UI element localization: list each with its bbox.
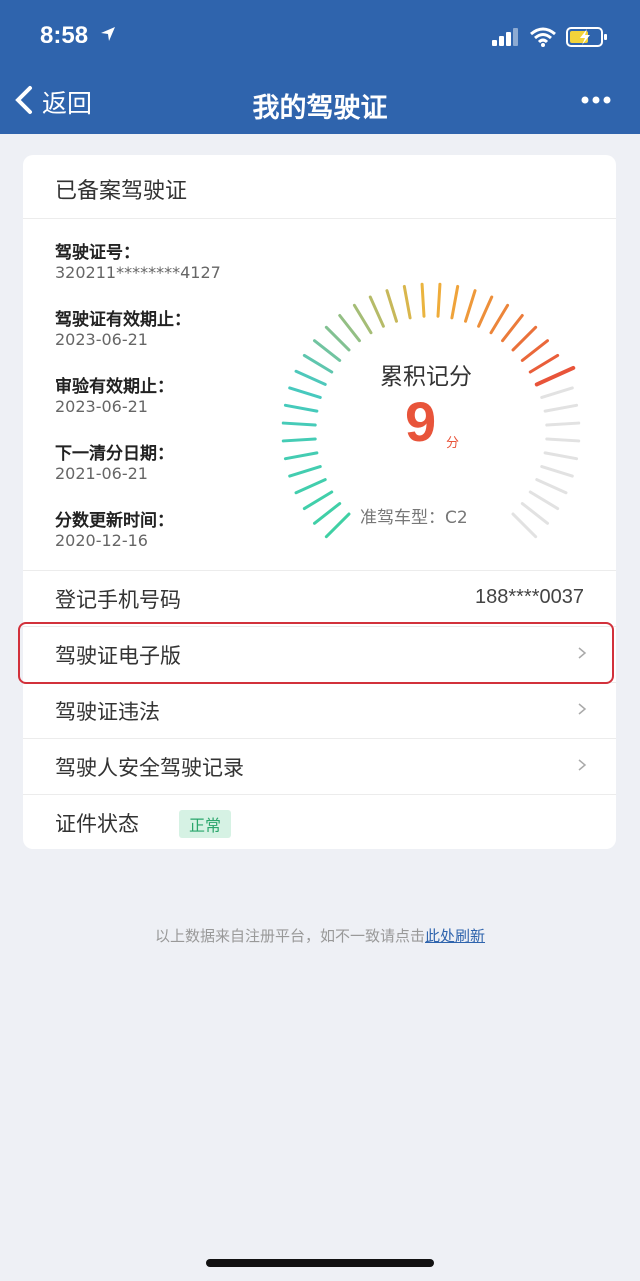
gauge-tick-active bbox=[489, 303, 510, 335]
gauge-tick-active bbox=[283, 451, 319, 461]
gauge-unit: 分 bbox=[446, 436, 460, 451]
violations-label: 驾驶证违法 bbox=[55, 700, 160, 724]
gauge-tick-active bbox=[352, 303, 373, 335]
gauge-tick-inactive bbox=[520, 502, 550, 525]
gauge-tick-active bbox=[385, 289, 398, 323]
gauge-tick-active bbox=[288, 465, 322, 478]
gauge-tick-active bbox=[294, 369, 327, 386]
chevron-right-icon bbox=[578, 647, 587, 659]
gauge-tick-active bbox=[324, 512, 351, 539]
gauge-tick-active bbox=[302, 353, 334, 374]
gauge-tick-inactive bbox=[535, 478, 568, 495]
gauge-tick-active bbox=[477, 295, 494, 328]
license-number-label: 驾驶证号： bbox=[55, 243, 140, 263]
phone-value: 188****0037 bbox=[475, 586, 584, 608]
gauge-tick-active bbox=[511, 325, 538, 352]
header-bar: 8:58 返回 我的驾驶证 bbox=[0, 0, 640, 134]
score-update-label: 分数更新时间： bbox=[55, 511, 174, 531]
battery-charging-icon bbox=[566, 26, 608, 52]
more-menu-button[interactable] bbox=[580, 90, 612, 110]
gauge-tick-active bbox=[501, 313, 524, 343]
gauge-tick-inactive bbox=[540, 386, 574, 399]
gauge-tick-active bbox=[450, 284, 460, 320]
gauge-tick-active bbox=[464, 289, 477, 323]
phone-label: 登记手机号码 bbox=[55, 588, 181, 612]
status-icons bbox=[492, 26, 608, 52]
license-card: 已备案驾驶证 驾驶证号： 320211********4127 驾驶证有效期止：… bbox=[23, 155, 616, 849]
status-row: 证件状态 正常 bbox=[23, 795, 616, 849]
gauge-tick-active bbox=[324, 325, 351, 352]
cellular-signal-icon bbox=[492, 28, 520, 50]
gauge-tick-active bbox=[528, 353, 560, 374]
safety-record-label: 驾驶人安全驾驶记录 bbox=[55, 756, 244, 780]
e-license-label: 驾驶证电子版 bbox=[55, 644, 181, 668]
score-update-value: 2020-12-16 bbox=[55, 531, 148, 550]
gauge-tick-active bbox=[338, 313, 361, 343]
status-badge: 正常 bbox=[179, 810, 232, 838]
more-dots-icon bbox=[581, 96, 611, 104]
chevron-right-icon bbox=[578, 703, 587, 715]
gauge-tick-active bbox=[281, 437, 317, 443]
gauge-score: 9 bbox=[405, 390, 437, 453]
home-indicator bbox=[206, 1259, 434, 1267]
gauge-tick-active bbox=[281, 421, 317, 427]
wifi-icon bbox=[530, 27, 556, 51]
gauge-tick-active bbox=[312, 339, 342, 362]
footer-note: 以上数据来自注册平台，如不一致请点击此处刷新 bbox=[0, 925, 640, 946]
gauge-tick-active bbox=[368, 295, 385, 328]
gauge-tick-active bbox=[312, 502, 342, 525]
chevron-right-icon bbox=[578, 759, 587, 771]
gauge-tick-inactive bbox=[545, 421, 581, 427]
divider bbox=[23, 218, 616, 219]
license-expiry-value: 2023-06-21 bbox=[55, 330, 148, 349]
violations-row[interactable]: 驾驶证违法 bbox=[23, 683, 616, 738]
audit-expiry-label: 审验有效期止： bbox=[55, 377, 174, 397]
vehicle-type: 准驾车型：C2 bbox=[360, 508, 468, 528]
gauge-tick-inactive bbox=[543, 451, 579, 461]
gauge-tick-active bbox=[288, 386, 322, 399]
status-label: 证件状态 bbox=[55, 812, 139, 836]
audit-expiry-value: 2023-06-21 bbox=[55, 397, 148, 416]
safety-record-row[interactable]: 驾驶人安全驾驶记录 bbox=[23, 739, 616, 794]
e-license-row[interactable]: 驾驶证电子版 bbox=[23, 627, 616, 682]
phone-row: 登记手机号码 188****0037 bbox=[23, 571, 616, 626]
status-time: 8:58 bbox=[40, 22, 89, 49]
footer-note-text: 以上数据来自注册平台，如不一致请点击 bbox=[154, 927, 425, 945]
gauge-tick-inactive bbox=[543, 403, 579, 413]
license-number-value: 320211********4127 bbox=[55, 263, 221, 282]
gauge-title: 累积记分 bbox=[380, 364, 472, 390]
gauge-tick-active bbox=[420, 282, 426, 318]
refresh-link[interactable]: 此处刷新 bbox=[425, 927, 485, 945]
gauge-tick-active bbox=[520, 339, 550, 362]
next-clear-date-label: 下一清分日期： bbox=[55, 444, 174, 464]
card-title: 已备案驾驶证 bbox=[55, 179, 188, 204]
page-title: 我的驾驶证 bbox=[252, 93, 388, 124]
gauge-tick-inactive bbox=[511, 512, 538, 539]
gauge-tick-active bbox=[283, 403, 319, 413]
gauge-tick-active bbox=[402, 284, 412, 320]
gauge-tick-inactive bbox=[545, 437, 581, 443]
location-arrow-icon bbox=[100, 26, 116, 46]
license-expiry-label: 驾驶证有效期止： bbox=[55, 310, 191, 330]
next-clear-date-value: 2021-06-21 bbox=[55, 464, 148, 483]
gauge-tick-active bbox=[302, 490, 334, 511]
gauge-tick-active bbox=[436, 282, 442, 318]
gauge-tick-inactive bbox=[540, 465, 574, 478]
gauge-tick-active bbox=[534, 365, 576, 387]
gauge-tick-inactive bbox=[528, 490, 560, 511]
gauge-tick-active bbox=[294, 478, 327, 495]
